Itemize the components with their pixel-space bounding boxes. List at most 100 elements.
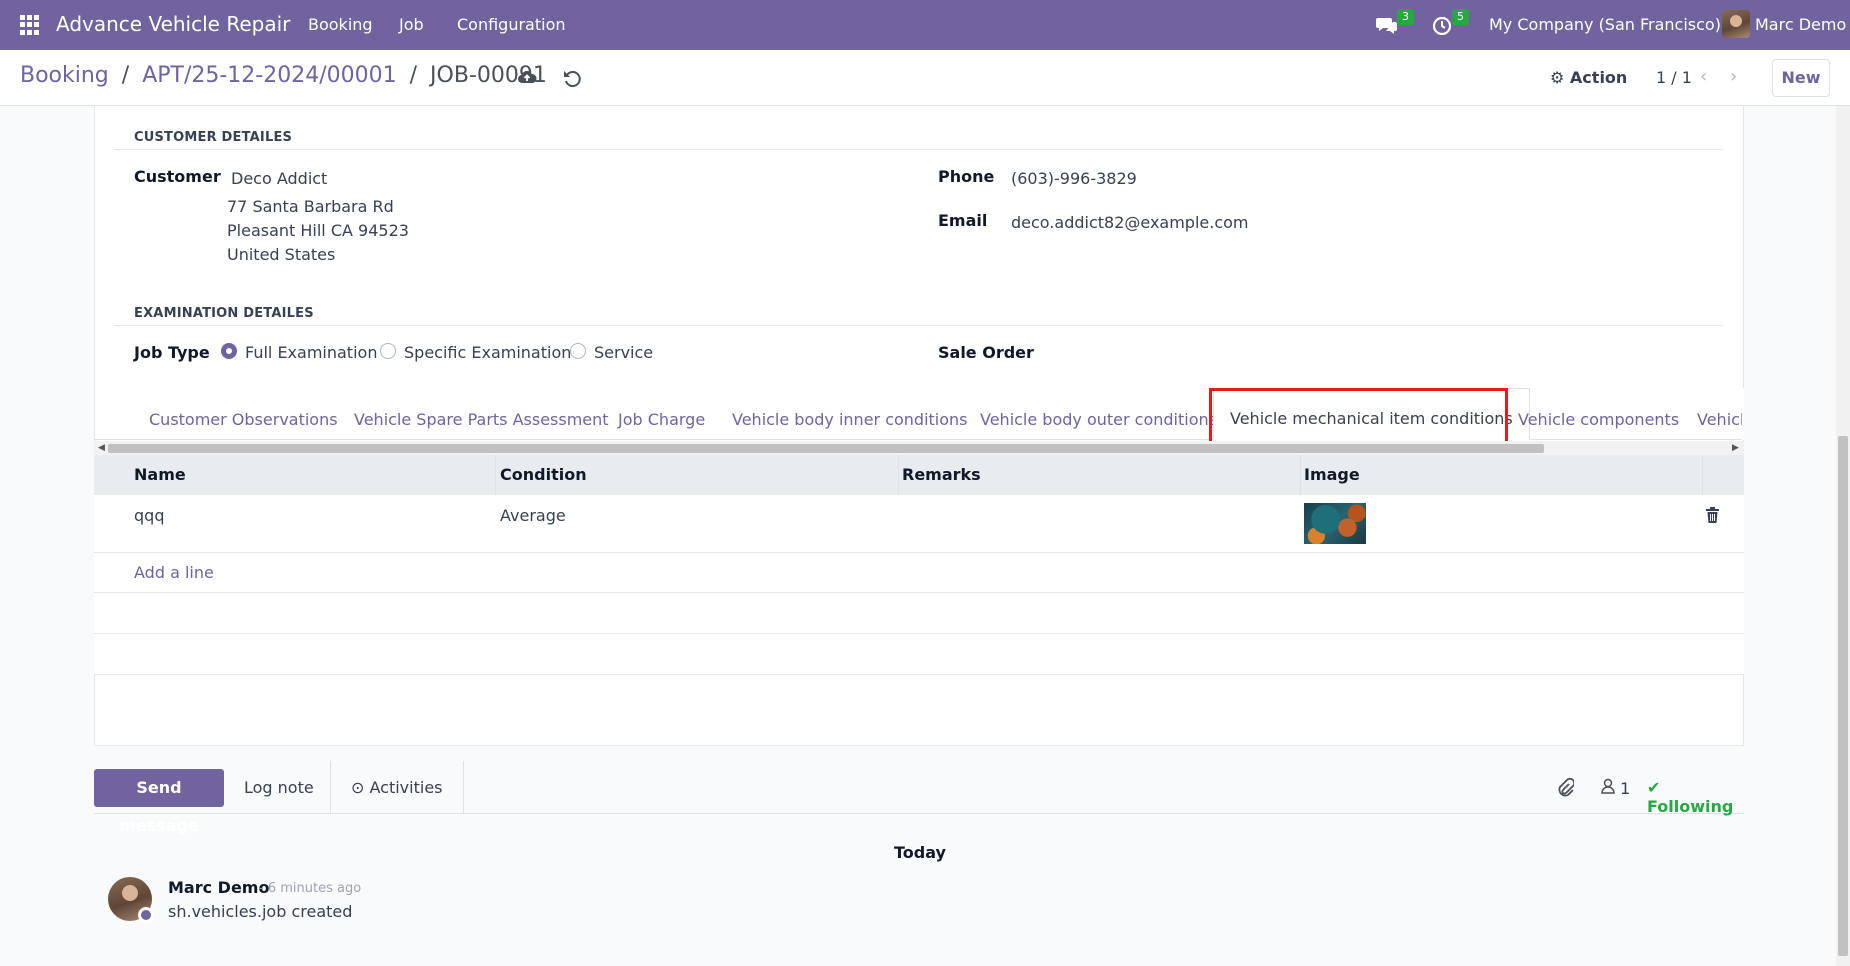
- gear-icon: ⚙: [1550, 68, 1565, 87]
- table-row[interactable]: [94, 495, 1744, 553]
- tab-vehicle-more[interactable]: Vehicl: [1697, 410, 1744, 429]
- company-switcher[interactable]: My Company (San Francisco): [1489, 15, 1721, 34]
- row-condition-cell[interactable]: Average: [500, 506, 566, 525]
- radio-label-full-examination[interactable]: Full Examination: [245, 343, 377, 362]
- chat-icon[interactable]: [1376, 15, 1398, 35]
- customer-address-line: 77 Santa Barbara Rd: [227, 197, 394, 216]
- sale-order-label: Sale Order: [938, 343, 1034, 362]
- activities-count-badge: 5: [1452, 9, 1469, 25]
- add-line-link[interactable]: Add a line: [134, 563, 214, 582]
- new-button[interactable]: New: [1772, 59, 1830, 97]
- job-type-label: Job Type: [134, 343, 210, 362]
- breadcrumb-booking[interactable]: Booking: [20, 63, 109, 88]
- control-panel: Booking / APT/25-12-2024/00001 / JOB-000…: [0, 50, 1850, 106]
- chatter-toolbar: Send message Log note ⊙ Activities 1 ✔ F…: [94, 761, 1744, 835]
- app-brand[interactable]: Advance Vehicle Repair: [56, 12, 290, 36]
- action-label: Action: [1569, 68, 1628, 87]
- tab-job-charge[interactable]: Job Charge: [618, 410, 705, 429]
- customer-label: Customer: [134, 167, 221, 186]
- column-divider: [495, 455, 496, 495]
- cloud-upload-icon[interactable]: [517, 68, 537, 88]
- message-timestamp: - 6 minutes ago: [259, 881, 362, 896]
- tab-mechanical-item-conditions[interactable]: Vehicle mechanical item conditions: [1213, 388, 1530, 440]
- pager-value[interactable]: 1 / 1: [1656, 68, 1692, 87]
- user-avatar[interactable]: [1722, 10, 1750, 38]
- radio-label-specific-examination[interactable]: Specific Examination: [404, 343, 571, 362]
- breadcrumb-separator: /: [121, 63, 130, 88]
- empty-row: [94, 593, 1744, 634]
- column-header-name[interactable]: Name: [134, 465, 186, 484]
- menu-configuration[interactable]: Configuration: [457, 15, 566, 34]
- menu-booking[interactable]: Booking: [308, 15, 373, 34]
- paperclip-icon[interactable]: [1556, 777, 1576, 802]
- check-icon: ✔: [1647, 778, 1661, 797]
- email-field[interactable]: deco.addict82@example.com: [1011, 213, 1249, 232]
- date-separator: Today: [894, 843, 946, 862]
- empty-row: [94, 634, 1744, 675]
- section-divider: [114, 149, 1723, 150]
- scroll-right-arrow-icon[interactable]: ▶: [1732, 441, 1739, 455]
- column-divider: [1300, 455, 1301, 495]
- column-header-image[interactable]: Image: [1304, 465, 1360, 484]
- radio-service[interactable]: [570, 343, 586, 359]
- undo-icon[interactable]: [562, 68, 582, 88]
- notebook-tabs: Customer Observations Vehicle Spare Part…: [94, 388, 1744, 440]
- menu-job[interactable]: Job: [399, 15, 424, 34]
- page-vertical-scrollbar[interactable]: [1836, 106, 1850, 966]
- breadcrumb-separator: /: [409, 63, 418, 88]
- message-author[interactable]: Marc Demo: [168, 878, 269, 897]
- send-message-button[interactable]: Send message: [94, 769, 224, 835]
- tab-spare-parts-assessment[interactable]: Vehicle Spare Parts Assessment: [354, 410, 609, 429]
- following-label: Following: [1647, 797, 1734, 816]
- top-navbar: Advance Vehicle Repair Booking Job Confi…: [0, 0, 1850, 50]
- column-divider: [898, 455, 899, 495]
- add-line-row: [94, 553, 1744, 593]
- radio-specific-examination[interactable]: [380, 343, 396, 359]
- customer-section-title: CUSTOMER DETAILES: [134, 130, 293, 145]
- tab-overflow-mask: [1742, 388, 1744, 440]
- user-menu[interactable]: Marc Demo: [1755, 15, 1846, 34]
- scrollbar-thumb[interactable]: [1838, 436, 1848, 956]
- examination-section-title: EXAMINATION DETAILES: [134, 306, 314, 321]
- column-header-condition[interactable]: Condition: [500, 465, 587, 484]
- customer-name-link[interactable]: Deco Addict: [231, 169, 327, 188]
- message-body: sh.vehicles.job created: [168, 902, 353, 921]
- tab-vehicle-components[interactable]: Vehicle components: [1518, 410, 1679, 429]
- scrollbar-thumb[interactable]: [108, 444, 1544, 453]
- message-author-avatar[interactable]: [108, 877, 154, 923]
- action-menu-button[interactable]: ⚙ Action: [1550, 68, 1627, 87]
- tab-body-inner-conditions[interactable]: Vehicle body inner conditions: [732, 410, 968, 429]
- clock-icon: ⊙: [351, 778, 365, 797]
- scroll-left-arrow-icon[interactable]: ◀: [98, 441, 105, 455]
- user-icon: [1601, 778, 1615, 794]
- row-image-thumbnail[interactable]: [1304, 503, 1366, 544]
- column-header-remarks[interactable]: Remarks: [902, 465, 981, 484]
- followers-count: 1: [1620, 779, 1631, 798]
- phone-field[interactable]: (603)-996-3829: [1011, 169, 1137, 188]
- column-divider: [1702, 455, 1703, 495]
- tab-customer-observations[interactable]: Customer Observations: [149, 410, 338, 429]
- radio-full-examination[interactable]: [221, 343, 237, 359]
- section-divider: [114, 325, 1723, 326]
- email-label: Email: [938, 211, 988, 230]
- breadcrumb: Booking / APT/25-12-2024/00001 / JOB-000…: [20, 63, 547, 88]
- tab-body-outer-conditions[interactable]: Vehicle body outer conditions: [980, 410, 1217, 429]
- customer-address-line: United States: [227, 245, 336, 264]
- activities-button[interactable]: ⊙ Activities: [330, 761, 464, 814]
- chevron-right-icon[interactable]: ›: [1730, 66, 1737, 87]
- activities-label: Activities: [369, 778, 443, 797]
- customer-address-line: Pleasant Hill CA 94523: [227, 221, 409, 240]
- phone-label: Phone: [938, 167, 995, 186]
- log-note-button[interactable]: Log note: [244, 778, 314, 797]
- trash-icon[interactable]: [1706, 507, 1719, 523]
- clock-icon[interactable]: [1432, 15, 1454, 35]
- chevron-left-icon[interactable]: ‹: [1700, 66, 1707, 87]
- apps-grid-icon[interactable]: [20, 15, 40, 35]
- followers-button[interactable]: 1: [1601, 778, 1630, 798]
- row-name-cell[interactable]: qqq: [134, 506, 164, 525]
- messages-count-badge: 3: [1397, 9, 1414, 25]
- breadcrumb-appointment[interactable]: APT/25-12-2024/00001: [142, 63, 396, 88]
- following-button[interactable]: ✔ Following: [1647, 778, 1744, 816]
- tabs-horizontal-scrollbar[interactable]: ◀ ▶: [94, 441, 1744, 455]
- radio-label-service[interactable]: Service: [594, 343, 653, 362]
